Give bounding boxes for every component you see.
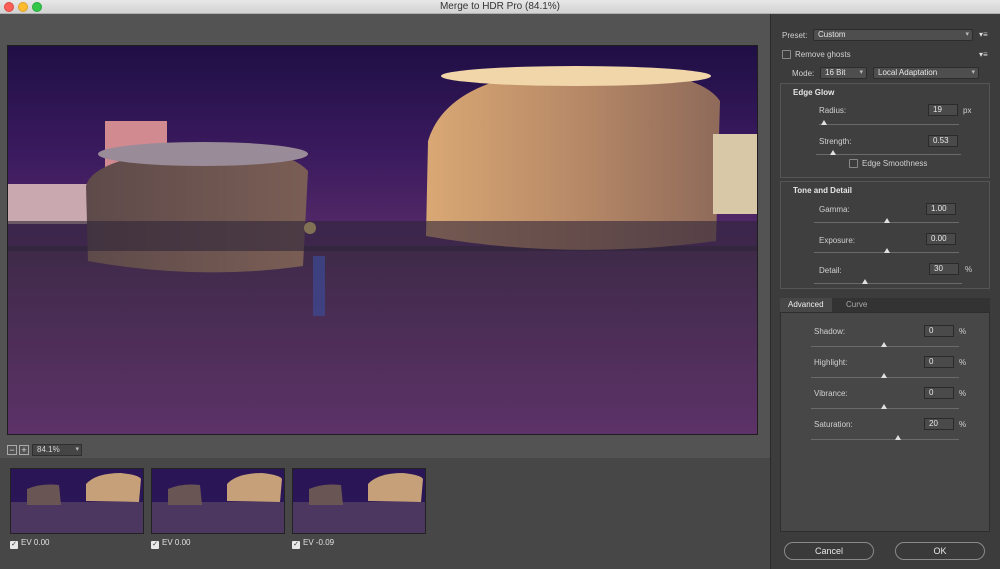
method-select[interactable]: Local Adaptation ▾ (873, 67, 979, 79)
tab-advanced[interactable]: Advanced (780, 298, 832, 312)
zoom-value: 84.1% (37, 445, 60, 454)
chevron-down-icon: ▾ (965, 31, 969, 38)
panorama-image (8, 46, 757, 434)
ev-label: EV 0.00 (162, 538, 191, 547)
thumbnail-caption: ✓ EV 0.00 (151, 538, 285, 549)
remove-ghosts-checkbox[interactable] (782, 50, 791, 59)
exposure-slider-thumb[interactable] (884, 248, 890, 253)
tone-detail-group: Tone and Detail Gamma: 1.00 Exposure: 0.… (780, 181, 990, 289)
detail-unit: % (965, 265, 973, 274)
detail-slider-track[interactable] (814, 283, 962, 284)
title-bar: Merge to HDR Pro (84.1%) (0, 0, 1000, 14)
edge-glow-title: Edge Glow (793, 88, 835, 97)
saturation-slider-thumb[interactable] (895, 435, 901, 440)
shadow-input[interactable]: 0 (924, 325, 954, 337)
window-title: Merge to HDR Pro (84.1%) (439, 1, 561, 12)
highlight-input[interactable]: 0 (924, 356, 954, 368)
advanced-tab-body: Shadow: 0 % Highlight: 0 % Vibrance: 0 %… (780, 312, 990, 532)
settings-panel: Preset: Custom ▾ ▾≡ Remove ghosts ▾≡ Mod… (770, 14, 1000, 569)
tone-detail-title: Tone and Detail (793, 186, 852, 195)
saturation-input[interactable]: 20 (924, 418, 954, 430)
preset-value: Custom (818, 30, 846, 39)
mode-label: Mode: (792, 69, 815, 78)
vibrance-unit: % (959, 389, 967, 398)
source-thumbnail[interactable]: ✓ EV 0.00 (151, 468, 285, 549)
preview-area (0, 14, 770, 457)
vibrance-input[interactable]: 0 (924, 387, 954, 399)
include-checkbox[interactable]: ✓ (292, 541, 300, 549)
edge-glow-group: Edge Glow Radius: 19 px Strength: 0.53 E… (780, 83, 990, 178)
exposure-input[interactable]: 0.00 (926, 233, 956, 245)
gamma-slider-thumb[interactable] (884, 218, 890, 223)
source-thumbnail[interactable]: ✓ EV -0.09 (292, 468, 426, 549)
strength-label: Strength: (819, 137, 852, 146)
gamma-input[interactable]: 1.00 (926, 203, 956, 215)
strength-slider-track[interactable] (816, 154, 961, 155)
thumbnail-image (292, 468, 426, 534)
saturation-slider-track[interactable] (811, 439, 959, 440)
detail-slider-thumb[interactable] (862, 279, 868, 284)
advanced-curve-tabs: Advanced Curve (780, 298, 990, 312)
zoom-out-button[interactable]: − (7, 445, 17, 455)
strength-input[interactable]: 0.53 (928, 135, 958, 147)
shadow-label: Shadow: (814, 327, 846, 336)
zoom-bar: − + 84.1% ▾ (0, 443, 770, 458)
highlight-label: Highlight: (814, 358, 848, 367)
include-checkbox[interactable]: ✓ (10, 541, 18, 549)
zoom-in-button[interactable]: + (19, 445, 29, 455)
chevron-down-icon: ▾ (971, 69, 975, 76)
shadow-unit: % (959, 327, 967, 336)
preset-select[interactable]: Custom ▾ (813, 29, 973, 41)
radius-slider-thumb[interactable] (821, 120, 827, 125)
thumbnail-caption: ✓ EV 0.00 (10, 538, 144, 549)
bit-depth-select[interactable]: 16 Bit ▾ (820, 67, 867, 79)
thumbnail-image (10, 468, 144, 534)
highlight-unit: % (959, 358, 967, 367)
ghost-menu-icon[interactable]: ▾≡ (979, 50, 988, 59)
thumbnail-caption: ✓ EV -0.09 (292, 538, 426, 549)
ok-button[interactable]: OK (895, 542, 985, 560)
highlight-slider-thumb[interactable] (881, 373, 887, 378)
radius-slider-track[interactable] (819, 124, 959, 125)
chevron-down-icon: ▾ (859, 69, 863, 76)
tab-curve[interactable]: Curve (838, 298, 875, 312)
radius-label: Radius: (819, 106, 847, 115)
hdr-preview-image[interactable] (7, 45, 758, 435)
method-value: Local Adaptation (878, 68, 938, 77)
ev-label: EV -0.09 (303, 538, 335, 547)
strength-slider-thumb[interactable] (830, 150, 836, 155)
detail-label: Detail: (819, 266, 842, 275)
exposure-label: Exposure: (819, 236, 856, 245)
radius-input[interactable]: 19 (928, 104, 958, 116)
vibrance-label: Vibrance: (814, 389, 848, 398)
preset-label: Preset: (782, 31, 808, 40)
thumbnail-image (151, 468, 285, 534)
bit-depth-value: 16 Bit (825, 68, 846, 77)
zoom-select[interactable]: 84.1% ▾ (32, 444, 82, 456)
detail-input[interactable]: 30 (929, 263, 959, 275)
remove-ghosts-label: Remove ghosts (795, 50, 851, 59)
edge-smoothness-checkbox[interactable] (849, 159, 858, 168)
preset-menu-icon[interactable]: ▾≡ (979, 30, 988, 39)
vibrance-slider-thumb[interactable] (881, 404, 887, 409)
source-images-strip: ✓ EV 0.00 ✓ EV 0.00 ✓ EV -0.09 (0, 458, 770, 569)
edge-smoothness-label: Edge Smoothness (862, 159, 928, 168)
include-checkbox[interactable]: ✓ (151, 541, 159, 549)
chevron-down-icon: ▾ (75, 446, 79, 453)
shadow-slider-thumb[interactable] (881, 342, 887, 347)
source-thumbnail[interactable]: ✓ EV 0.00 (10, 468, 144, 549)
radius-unit: px (963, 106, 972, 115)
cancel-button[interactable]: Cancel (784, 542, 874, 560)
saturation-label: Saturation: (814, 420, 853, 429)
gamma-label: Gamma: (819, 205, 850, 214)
ev-label: EV 0.00 (21, 538, 50, 547)
saturation-unit: % (959, 420, 967, 429)
